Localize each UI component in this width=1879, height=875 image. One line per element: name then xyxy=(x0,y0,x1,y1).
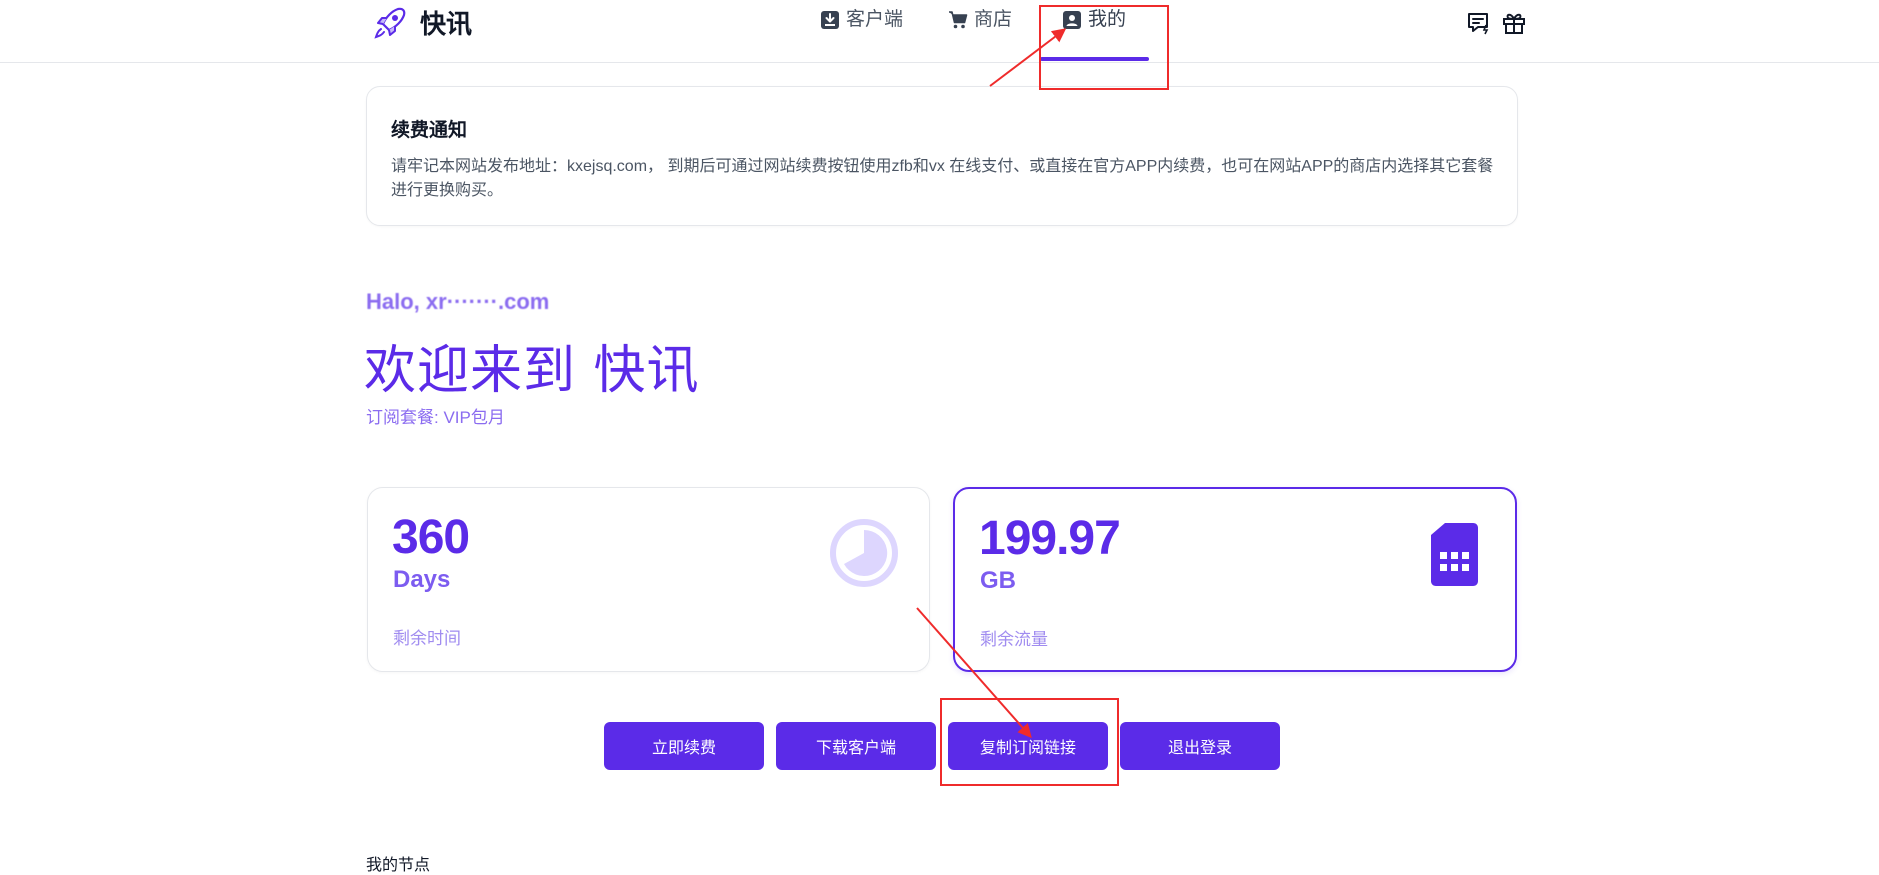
download-icon xyxy=(821,11,839,29)
gift-icon[interactable] xyxy=(1501,10,1527,36)
notice-title: 续费通知 xyxy=(391,120,468,141)
remaining-traffic-value: 199.97 xyxy=(979,512,1121,565)
sim-card-icon xyxy=(1431,523,1478,586)
remaining-traffic-caption: 剩余流量 xyxy=(980,630,1048,649)
annotation-box-nav-mine xyxy=(1039,5,1169,90)
remaining-days-unit: Days xyxy=(393,566,451,593)
remaining-traffic-unit: GB xyxy=(980,567,1016,594)
message-icon[interactable] xyxy=(1466,10,1492,36)
rocket-logo-icon xyxy=(374,7,406,39)
remaining-traffic-card: 199.97 GB 剩余流量 xyxy=(953,487,1517,672)
pie-timer-icon xyxy=(830,519,898,587)
top-navbar: 快讯 客户端 商店 我的 xyxy=(0,0,1879,63)
renewal-notice-card: 续费通知 请牢记本网站发布地址：kxejsq.com， 到期后可通过网站续费按钮… xyxy=(366,86,1518,226)
remaining-time-caption: 剩余时间 xyxy=(393,629,461,648)
brand[interactable]: 快讯 xyxy=(372,4,472,41)
greeting-email: Halo, xr·······.com xyxy=(366,289,550,314)
nav-client[interactable]: 客户端 xyxy=(820,6,903,62)
remaining-days-value: 360 xyxy=(392,511,470,564)
cart-icon xyxy=(949,11,968,29)
logout-button[interactable]: 退出登录 xyxy=(1120,722,1280,770)
notice-body: 请牢记本网站发布地址：kxejsq.com， 到期后可通过网站续费按钮使用zfb… xyxy=(391,158,1494,199)
renew-button[interactable]: 立即续费 xyxy=(604,722,764,770)
nav-client-label: 客户端 xyxy=(846,9,904,30)
nav-store-label: 商店 xyxy=(974,9,1013,30)
welcome-title: 欢迎来到 快讯 xyxy=(364,341,700,401)
subscription-plan: 订阅套餐: VIP包月 xyxy=(366,408,505,427)
annotation-box-copy-link xyxy=(940,698,1119,786)
brand-name: 快讯 xyxy=(420,9,473,39)
my-nodes-heading: 我的节点 xyxy=(366,857,431,874)
nav-store[interactable]: 商店 xyxy=(948,6,1012,62)
remaining-time-card: 360 Days 剩余时间 xyxy=(367,487,930,672)
download-client-button[interactable]: 下载客户端 xyxy=(776,722,936,770)
